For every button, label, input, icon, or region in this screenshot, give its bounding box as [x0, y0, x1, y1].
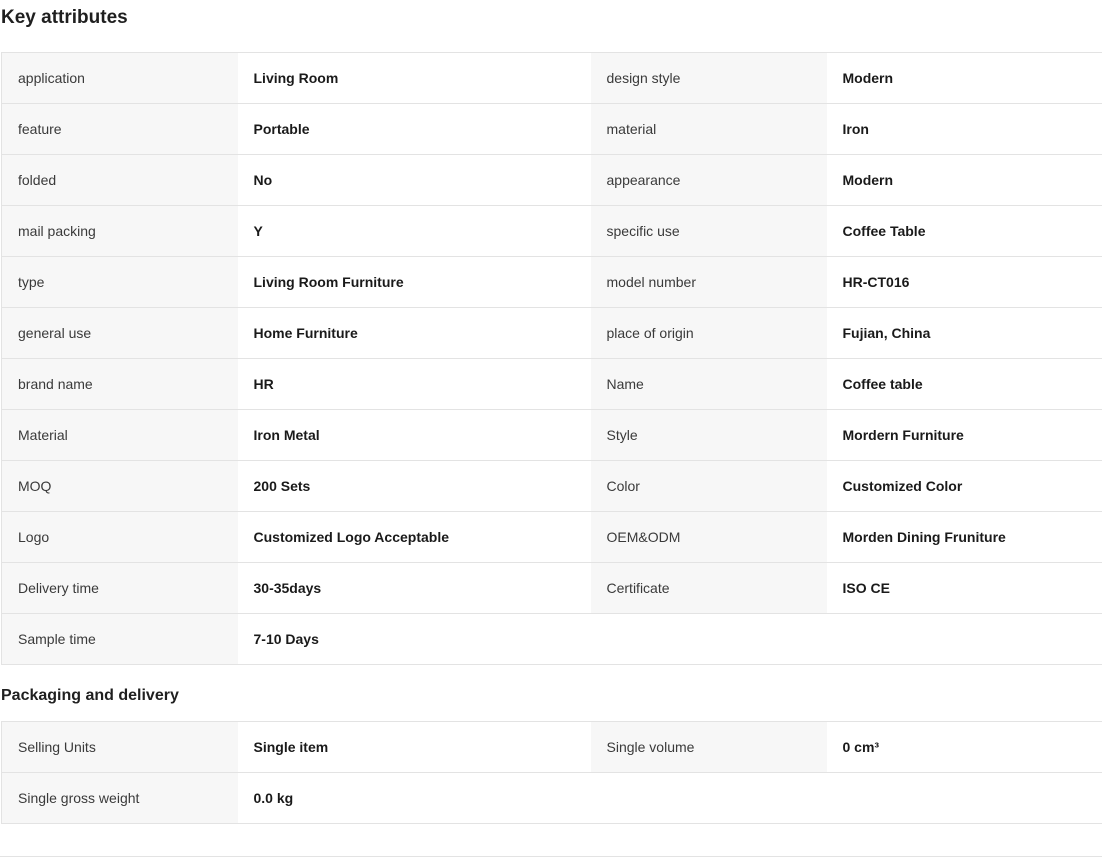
- attribute-value: 200 Sets: [237, 460, 591, 512]
- attribute-key: material: [590, 103, 827, 155]
- attribute-key: Logo: [1, 511, 238, 563]
- attribute-key: type: [1, 256, 238, 308]
- attribute-value: Living Room Furniture: [237, 256, 591, 308]
- attribute-key: folded: [1, 154, 238, 206]
- attribute-value: Living Room: [237, 52, 591, 104]
- attribute-key: Material: [1, 409, 238, 461]
- packaging-delivery-table: Selling Units Single item Single volume …: [1, 721, 1102, 824]
- attribute-key: Delivery time: [1, 562, 238, 614]
- table-row: brand name HR Name Coffee table: [1, 358, 1102, 410]
- attribute-key: Certificate: [590, 562, 827, 614]
- attribute-value: Iron: [826, 103, 1102, 155]
- attribute-key: specific use: [590, 205, 827, 257]
- attribute-value: 0.0 kg: [237, 772, 591, 824]
- attribute-key: application: [1, 52, 238, 104]
- table-row: application Living Room design style Mod…: [1, 52, 1102, 104]
- table-row: Single gross weight 0.0 kg: [1, 772, 1102, 824]
- empty-cell: [826, 772, 1102, 824]
- attribute-value: No: [237, 154, 591, 206]
- attribute-key: mail packing: [1, 205, 238, 257]
- packaging-delivery-title: Packaging and delivery: [1, 687, 179, 704]
- key-attributes-table: application Living Room design style Mod…: [1, 52, 1102, 665]
- attribute-value: Morden Dining Fruniture: [826, 511, 1102, 563]
- attribute-key: OEM&ODM: [590, 511, 827, 563]
- attribute-key: MOQ: [1, 460, 238, 512]
- attribute-value: HR: [237, 358, 591, 410]
- empty-cell: [826, 613, 1102, 665]
- attribute-key: design style: [590, 52, 827, 104]
- attribute-value: 7-10 Days: [237, 613, 591, 665]
- attribute-value: Iron Metal: [237, 409, 591, 461]
- table-row: Sample time 7-10 Days: [1, 613, 1102, 665]
- attribute-value: Single item: [237, 721, 591, 773]
- attribute-value: Home Furniture: [237, 307, 591, 359]
- empty-cell: [590, 772, 827, 824]
- attribute-value: Modern: [826, 154, 1102, 206]
- attribute-key: Single volume: [590, 721, 827, 773]
- attribute-value: Coffee Table: [826, 205, 1102, 257]
- attribute-key: Color: [590, 460, 827, 512]
- attribute-key: place of origin: [590, 307, 827, 359]
- attribute-key: Style: [590, 409, 827, 461]
- attribute-value: Coffee table: [826, 358, 1102, 410]
- attribute-key: model number: [590, 256, 827, 308]
- attribute-value: Modern: [826, 52, 1102, 104]
- attribute-value: HR-CT016: [826, 256, 1102, 308]
- attribute-value: Portable: [237, 103, 591, 155]
- table-row: mail packing Y specific use Coffee Table: [1, 205, 1102, 257]
- table-row: Selling Units Single item Single volume …: [1, 721, 1102, 773]
- attribute-value: Y: [237, 205, 591, 257]
- attribute-key: Selling Units: [1, 721, 238, 773]
- attribute-key: Single gross weight: [1, 772, 238, 824]
- attribute-key: appearance: [590, 154, 827, 206]
- attribute-value: ISO CE: [826, 562, 1102, 614]
- table-row: Logo Customized Logo Acceptable OEM&ODM …: [1, 511, 1102, 563]
- table-row: Delivery time 30-35days Certificate ISO …: [1, 562, 1102, 614]
- key-attributes-title: Key attributes: [1, 7, 128, 28]
- table-row: feature Portable material Iron: [1, 103, 1102, 155]
- attribute-value: 0 cm³: [826, 721, 1102, 773]
- table-row: general use Home Furniture place of orig…: [1, 307, 1102, 359]
- attribute-key: Name: [590, 358, 827, 410]
- attribute-key: Sample time: [1, 613, 238, 665]
- empty-cell: [590, 613, 827, 665]
- table-row: type Living Room Furniture model number …: [1, 256, 1102, 308]
- table-row: Material Iron Metal Style Mordern Furnit…: [1, 409, 1102, 461]
- attribute-value: Customized Color: [826, 460, 1102, 512]
- attribute-key: general use: [1, 307, 238, 359]
- attribute-value: Customized Logo Acceptable: [237, 511, 591, 563]
- attribute-key: feature: [1, 103, 238, 155]
- table-row: MOQ 200 Sets Color Customized Color: [1, 460, 1102, 512]
- bottom-divider: [0, 856, 1102, 857]
- attribute-value: 30-35days: [237, 562, 591, 614]
- attribute-key: brand name: [1, 358, 238, 410]
- attribute-value: Fujian, China: [826, 307, 1102, 359]
- attribute-value: Mordern Furniture: [826, 409, 1102, 461]
- table-row: folded No appearance Modern: [1, 154, 1102, 206]
